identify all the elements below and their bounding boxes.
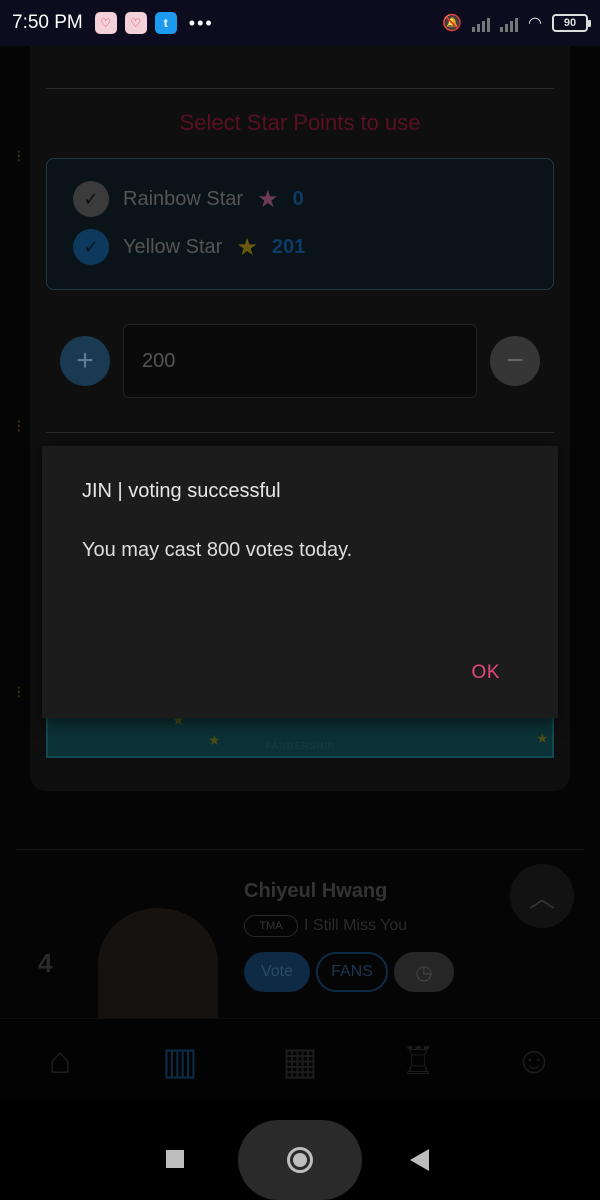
- nav-trophy[interactable]: ♖: [390, 1033, 446, 1089]
- vote-amount-input[interactable]: 200: [123, 324, 477, 398]
- status-time: 7:50 PM: [12, 12, 83, 33]
- rank-number: 4: [38, 948, 53, 978]
- artist-name: Chiyeul Hwang: [244, 880, 388, 902]
- status-bar: 7:50 PM ♡ ♡ t ••• 🔕 ◠ 90: [0, 0, 600, 46]
- select-star-title: Select Star Points to use: [179, 110, 421, 135]
- minus-icon: −: [506, 344, 524, 377]
- wifi-icon: ◠: [528, 15, 542, 32]
- history-icon: ◷: [415, 961, 433, 984]
- divider: [46, 432, 554, 433]
- yellow-star-count: 201: [271, 235, 306, 258]
- signal-icon: [472, 14, 491, 32]
- home-circle-icon: [287, 1147, 313, 1173]
- tma-badge: TMA: [244, 915, 298, 937]
- battery-icon: 90: [552, 14, 591, 32]
- vote-success-dialog: JIN | voting successful You may cast 800…: [42, 446, 558, 718]
- nav-profile[interactable]: ☺: [506, 1033, 562, 1089]
- rainbow-star-option[interactable]: ✓ Rainbow Star ★ 0: [73, 181, 304, 217]
- dialog-message: You may cast 800 votes today.: [82, 539, 353, 561]
- twitter-icon: t: [154, 12, 177, 34]
- chart-icon: ▥: [162, 1040, 198, 1083]
- minus-button[interactable]: −: [490, 336, 540, 386]
- side-decoration-icon: ⁝: [16, 416, 22, 436]
- plus-button[interactable]: +: [60, 336, 110, 386]
- system-nav-bar: [0, 1100, 600, 1200]
- rainbow-star-label: Rainbow Star: [123, 187, 244, 210]
- dialog-title: JIN | voting successful: [82, 480, 281, 502]
- emoji-icon: ☺: [514, 1039, 554, 1082]
- rainbow-star-icon: ★: [257, 185, 279, 213]
- bottom-nav: ⌂ ▥ ▦ ♖ ☺: [0, 1018, 600, 1100]
- notification-app-icon: ♡: [94, 12, 117, 34]
- ok-button[interactable]: OK: [472, 662, 500, 684]
- home-button[interactable]: [238, 1120, 362, 1200]
- vote-button[interactable]: Vote: [244, 952, 310, 992]
- calendar-icon: ▦: [282, 1040, 318, 1083]
- side-decoration-icon: ⁝: [16, 682, 22, 702]
- song-title: I Still Miss You: [304, 917, 408, 934]
- divider: [46, 88, 554, 89]
- vote-amount-row: + 200 −: [30, 324, 570, 398]
- plus-icon: +: [76, 344, 94, 377]
- rainbow-star-count: 0: [292, 187, 304, 210]
- check-icon[interactable]: ✓: [73, 181, 109, 217]
- battery-level: 90: [563, 17, 577, 29]
- back-icon[interactable]: [410, 1149, 429, 1171]
- fanbership-logo: FANBERSHIP: [265, 741, 335, 752]
- notification-app-icon: ♡: [124, 12, 147, 34]
- check-icon[interactable]: ✓: [73, 229, 109, 265]
- signal-icon: [500, 14, 519, 32]
- yellow-star-option[interactable]: ✓ Yellow Star ★ 201: [73, 229, 305, 265]
- trophy-icon: ♖: [400, 1040, 436, 1083]
- artist-avatar[interactable]: [98, 908, 218, 1018]
- more-notifications-icon: •••: [188, 12, 214, 33]
- divider: [16, 849, 584, 850]
- mute-icon: 🔕: [442, 15, 463, 32]
- home-icon: ⌂: [48, 1039, 72, 1082]
- scroll-top-button[interactable]: ︿: [510, 864, 574, 928]
- nav-home[interactable]: ⌂: [32, 1033, 88, 1089]
- history-button[interactable]: ◷: [394, 952, 454, 992]
- nav-chart[interactable]: ▥: [152, 1033, 208, 1089]
- yellow-star-icon: ★: [236, 233, 258, 261]
- chevron-up-icon: ︿: [528, 882, 555, 913]
- side-decoration-icon: ⁝: [16, 146, 22, 166]
- recent-apps-icon[interactable]: [166, 1150, 184, 1168]
- fans-button[interactable]: FANS: [316, 952, 388, 992]
- nav-calendar[interactable]: ▦: [272, 1033, 328, 1089]
- yellow-star-label: Yellow Star: [123, 235, 223, 258]
- star-points-box: ✓ Rainbow Star ★ 0 ✓ Yellow Star ★ 201: [46, 158, 554, 290]
